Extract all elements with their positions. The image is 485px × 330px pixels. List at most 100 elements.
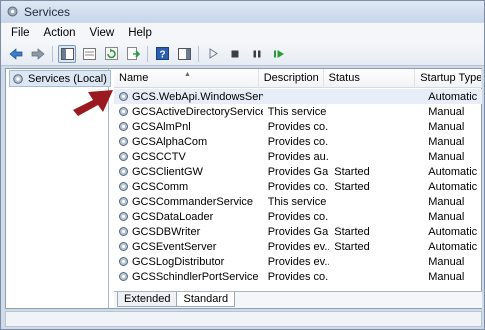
list-item[interactable]: GCSLogDistributor Provides ev... Manual	[114, 254, 482, 269]
column-header-startup-type[interactable]: Startup Type	[415, 69, 482, 88]
properties-icon[interactable]	[80, 45, 98, 63]
service-name-cell: GCS.WebApi.WindowsService	[114, 91, 263, 103]
service-description: Provides au...	[267, 150, 330, 163]
list-item[interactable]: GCSCCTV Provides au... Manual	[114, 149, 482, 164]
list-item[interactable]: GCSDataLoader Provides co... Manual	[114, 209, 482, 224]
service-name-cell: GCSAlmPnl	[114, 121, 263, 133]
service-name: GCSCCTV	[132, 150, 186, 163]
list-item[interactable]: GCSActiveDirectoryService This service ..…	[114, 104, 482, 119]
service-description: Provides co...	[267, 270, 330, 283]
service-startup-type: Automatic	[428, 180, 478, 193]
service-startup-type: Manual	[428, 105, 465, 118]
tab-extended[interactable]: Extended	[117, 292, 178, 307]
tab-standard[interactable]: Standard	[176, 292, 236, 307]
service-startup-type: Manual	[428, 135, 465, 148]
menu-view[interactable]: View	[83, 27, 122, 39]
list-item[interactable]: GCSAlphaCom Provides co... Manual	[114, 134, 482, 149]
service-gear-icon	[118, 136, 129, 147]
annotation-arrow-icon	[73, 90, 113, 116]
forward-icon[interactable]	[29, 45, 47, 63]
service-name: GCSClientGW	[132, 165, 203, 178]
restart-service-icon[interactable]	[270, 45, 288, 63]
list-item[interactable]: GCS.WebApi.WindowsService Automatic	[114, 89, 482, 104]
service-gear-icon	[118, 181, 129, 192]
service-description: This service ...	[267, 105, 330, 118]
service-description: Provides Ga...	[267, 165, 330, 178]
window-title: Services	[24, 4, 71, 19]
stop-service-icon[interactable]	[226, 45, 244, 63]
toolbar-separator	[198, 45, 199, 62]
service-name: GCSEventServer	[132, 240, 217, 253]
service-name-cell: GCSCommanderService	[114, 196, 263, 208]
service-gear-icon	[118, 196, 129, 207]
service-name: GCSDBWriter	[132, 225, 201, 238]
service-name: GCSLogDistributor	[132, 255, 225, 268]
view-tabs: Extended Standard	[114, 291, 482, 308]
service-gear-icon	[118, 151, 129, 162]
service-name: GCSAlphaCom	[132, 135, 208, 148]
menu-file[interactable]: File	[4, 27, 37, 39]
service-startup-type: Manual	[428, 120, 465, 133]
service-gear-icon	[118, 106, 129, 117]
start-service-icon[interactable]	[204, 45, 222, 63]
service-name-cell: GCSDBWriter	[114, 226, 263, 238]
service-description: Provides ev...	[267, 255, 330, 268]
svg-text:?: ?	[159, 50, 165, 61]
column-header-description[interactable]: Description	[259, 69, 324, 88]
service-description: This service ...	[267, 195, 330, 208]
service-status: Started	[334, 225, 370, 238]
service-description: Provides co...	[267, 180, 330, 193]
service-name-cell: GCSSchindlerPortService	[114, 271, 263, 283]
list-item[interactable]: GCSDBWriter Provides Ga... Started Automati…	[114, 224, 482, 239]
pause-service-icon[interactable]	[248, 45, 266, 63]
list-item[interactable]: GCSComm Provides co... Started Automatic	[114, 179, 482, 194]
show-hide-action-pane-icon[interactable]	[175, 45, 193, 63]
service-description: Provides co...	[267, 120, 330, 133]
list-item[interactable]: GCSCommanderService This service ... Manua…	[114, 194, 482, 209]
service-name: GCS.WebApi.WindowsService	[132, 90, 263, 103]
refresh-icon[interactable]	[102, 45, 120, 63]
services-gear-icon	[6, 5, 19, 18]
column-header-name[interactable]: ▲ Name	[114, 69, 259, 88]
service-status: Started	[334, 240, 370, 253]
service-gear-icon	[118, 211, 129, 222]
list-rows: GCS.WebApi.WindowsServiceAutomaticGCSAct…	[114, 89, 482, 284]
tree-item-label: Services (Local)	[28, 72, 107, 85]
service-status: Started	[334, 180, 370, 193]
back-icon[interactable]	[7, 45, 25, 63]
services-window: Services File Action View Help ? Service…	[0, 0, 485, 330]
service-name-cell: GCSCCTV	[114, 151, 263, 163]
service-gear-icon	[118, 166, 129, 177]
sort-ascending-icon: ▲	[184, 71, 191, 78]
help-icon[interactable]: ?	[153, 45, 171, 63]
service-startup-type: Manual	[428, 150, 465, 163]
service-name-cell: GCSLogDistributor	[114, 256, 263, 268]
service-name-cell: GCSAlphaCom	[114, 136, 263, 148]
column-header-status[interactable]: Status	[324, 69, 416, 88]
list-header: ▲ Name Description Status Startup Type	[114, 69, 482, 88]
service-startup-type: Manual	[428, 210, 465, 223]
service-description: Provides co...	[267, 135, 330, 148]
status-bar	[5, 311, 482, 327]
menu-action[interactable]: Action	[37, 27, 83, 39]
service-startup-type: Manual	[428, 195, 465, 208]
service-startup-type: Automatic	[428, 240, 478, 253]
list-item[interactable]: GCSSchindlerPortService Provides co... Man…	[114, 269, 482, 284]
service-name: GCSActiveDirectoryService	[132, 105, 263, 118]
list-item[interactable]: GCSAlmPnl Provides co... Manual	[114, 119, 482, 134]
export-list-icon[interactable]	[124, 45, 142, 63]
service-startup-type: Automatic	[428, 225, 478, 238]
service-name-cell: GCSEventServer	[114, 241, 263, 253]
menu-help[interactable]: Help	[121, 27, 159, 39]
show-hide-tree-icon[interactable]	[58, 44, 76, 63]
list-item[interactable]: GCSClientGW Provides Ga... Started Automati…	[114, 164, 482, 179]
service-name: GCSComm	[132, 180, 189, 193]
toolbar: ?	[1, 42, 484, 66]
service-name: GCSAlmPnl	[132, 120, 191, 133]
list-item[interactable]: GCSEventServer Provides ev... Started Autom…	[114, 239, 482, 254]
service-startup-type: Automatic	[428, 165, 478, 178]
service-name: GCSDataLoader	[132, 210, 214, 223]
title-bar[interactable]: Services	[1, 1, 484, 22]
menu-bar: File Action View Help	[1, 23, 484, 42]
service-gear-icon	[118, 241, 129, 252]
